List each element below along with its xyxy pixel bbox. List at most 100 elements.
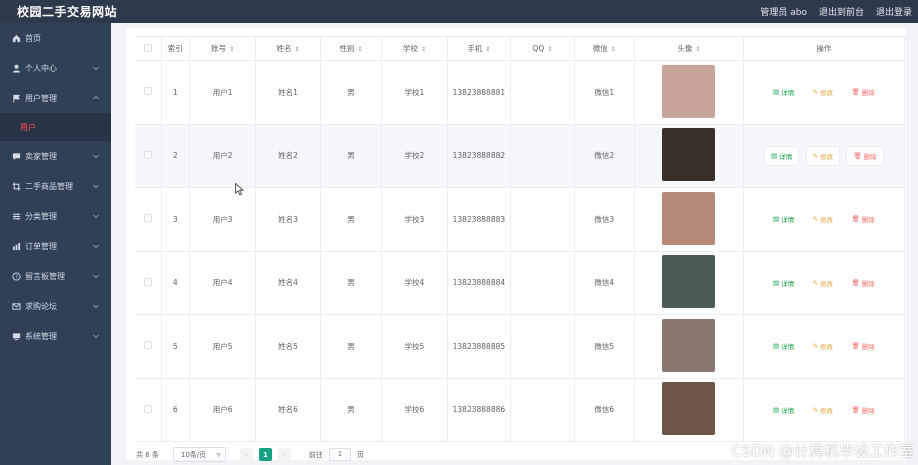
next-page-button[interactable]: › [277,448,291,461]
delete-button[interactable]: 🗑 删除 [845,210,880,228]
detail-button[interactable]: ▤ 详情 [767,401,800,419]
column-header-wechat[interactable]: 微信 ⇕ [574,36,636,61]
column-header-gender[interactable]: 性别 ⇕ [320,36,383,61]
delete-button-label: 删除 [861,279,875,288]
table-row: 5 用户5 姓名5 男学校5 13823888885 微信5 ▤ 详情 ✎ 修改 🗑 删除 [135,314,906,379]
logout-link[interactable]: 退出登录 [876,5,912,18]
sidebar-item-label: 求购论坛 [25,301,57,311]
sidebar-item-goods[interactable]: 二手商品管理 [0,171,111,201]
detail-button[interactable]: ▤ 详情 [767,83,800,101]
document-icon: ▤ [773,405,780,414]
detail-button[interactable]: ▤ 详情 [767,274,800,292]
cell-name: 姓名4 [255,251,321,315]
row-checkbox[interactable] [143,87,152,96]
edit-button[interactable]: ✎ 修改 [805,145,841,166]
edit-button-label: 修改 [820,343,834,352]
row-select-cell [135,60,162,125]
page-number-current[interactable]: 1 [258,448,272,461]
sidebar-item-messages[interactable]: ? 留言板管理 [0,261,111,291]
row-checkbox[interactable] [143,404,152,413]
cell-account: 用户3 [189,187,257,252]
sidebar-item-sellers[interactable]: 卖家管理 [0,141,111,171]
sidebar-item-forum[interactable]: 求购论坛 [0,291,111,321]
admin-username: 管理员 abo [760,8,807,18]
cell-school: 学校3 [381,187,448,252]
sidebar-item-categories[interactable]: 分类管理 [0,201,111,231]
mouse-cursor-icon [235,183,244,196]
detail-button[interactable]: ▤ 详情 [767,337,800,355]
sidebar-item-profile[interactable]: 个人中心 [0,53,111,83]
sort-icon[interactable]: ⇕ [695,46,700,53]
sidebar-item-home[interactable]: 首页 [0,23,111,53]
chevron-down-icon [93,214,99,219]
goto-page-input[interactable] [328,448,351,461]
sidebar-item-user-management[interactable]: 用户管理 [0,83,111,113]
detail-button[interactable]: ▤ 详情 [767,210,800,228]
detail-button[interactable]: ▤ 详情 [764,145,800,166]
mail-icon [11,301,21,311]
page-size-select[interactable]: 10条/页 ▼ [172,447,226,462]
delete-button[interactable]: 🗑 删除 [845,83,880,101]
sidebar-item-label: 分类管理 [25,211,57,221]
sort-icon[interactable]: ⇕ [229,46,234,53]
detail-button-label: 详情 [779,152,793,161]
crop-icon [11,181,21,191]
cell-avatar [634,378,744,442]
cell-phone: 13823888886 [447,378,512,442]
avatar [662,255,716,309]
column-header-account[interactable]: 账号 ⇕ [189,36,257,61]
cell-wechat: 微信3 [574,187,636,252]
trash-icon: 🗑 [851,215,860,224]
pencil-icon: ✎ [812,405,819,414]
edit-button-label: 修改 [820,406,834,415]
sort-icon[interactable]: ⇕ [421,46,426,53]
sidebar: 首页 个人中心 用户管理 用户 卖家管理 二手商品管理 分类管理 订单管理 ? … [0,23,111,465]
edit-button-label: 修改 [820,279,834,288]
header-actions: 管理员 abo 退出到前台 退出登录 [760,5,912,18]
row-checkbox[interactable] [143,277,152,286]
chart-icon [11,241,21,251]
trash-icon: 🗑 [851,88,860,97]
sidebar-item-label: 用户管理 [25,93,57,103]
edit-button[interactable]: ✎ 修改 [807,401,839,419]
delete-button[interactable]: 🗑 删除 [845,401,880,419]
delete-button[interactable]: 🗑 删除 [845,337,880,355]
row-checkbox[interactable] [143,214,152,223]
edit-button[interactable]: ✎ 修改 [807,274,839,292]
column-header-label: 学校 [402,44,418,53]
sidebar-item-orders[interactable]: 订单管理 [0,231,111,261]
detail-button-label: 详情 [781,406,795,415]
sort-icon[interactable]: ⇕ [295,46,300,53]
sort-icon[interactable]: ⇕ [611,46,616,53]
select-all-checkbox[interactable] [143,43,152,52]
column-header-phone[interactable]: 手机 ⇕ [447,36,512,61]
column-header-avatar[interactable]: 头像 ⇕ [634,36,744,61]
trash-icon: 🗑 [853,151,862,160]
row-select-cell [135,124,162,188]
total-count: 共 6 条 [136,450,159,459]
row-checkbox[interactable] [143,341,152,350]
table-row: 3 用户3 姓名3 男学校3 13823888883 微信3 ▤ 详情 ✎ 修改 🗑 删除 [135,187,906,252]
cell-wechat: 微信6 [574,378,636,442]
exit-to-frontend-link[interactable]: 退出到前台 [819,5,864,18]
chevron-down-icon [93,244,99,249]
chevron-down-icon [93,304,99,309]
column-header-school[interactable]: 学校 ⇕ [381,36,448,61]
delete-button[interactable]: 🗑 删除 [845,274,880,292]
edit-button[interactable]: ✎ 修改 [807,210,839,228]
edit-button[interactable]: ✎ 修改 [807,83,839,101]
edit-button[interactable]: ✎ 修改 [807,337,839,355]
cell-index: 4 [161,251,190,315]
sidebar-subitem-users[interactable]: 用户 [0,113,111,141]
row-checkbox[interactable] [143,150,152,159]
cell-gender: 男 [320,314,383,379]
sidebar-item-system[interactable]: 系统管理 [0,321,111,351]
sort-icon[interactable]: ⇕ [357,46,362,53]
sort-icon[interactable]: ⇕ [547,46,552,53]
sort-icon[interactable]: ⇕ [485,46,490,53]
column-header-label: 姓名 [276,44,292,53]
column-header-name[interactable]: 姓名 ⇕ [255,36,321,61]
delete-button[interactable]: 🗑 删除 [846,145,884,166]
prev-page-button[interactable]: ‹ [239,448,253,461]
column-header-qq[interactable]: QQ ⇕ [510,36,575,61]
